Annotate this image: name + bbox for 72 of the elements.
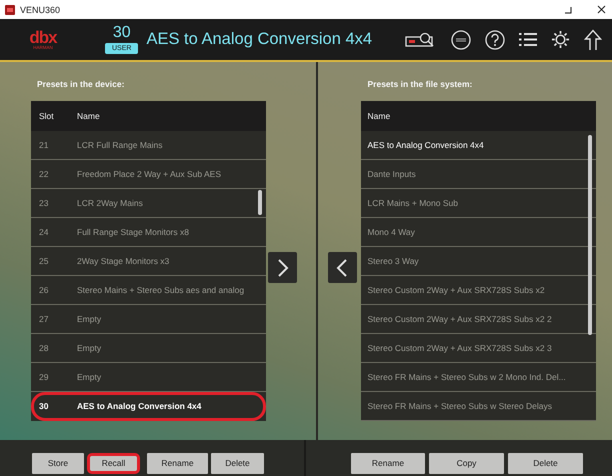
copy-to-device-button[interactable]: [328, 252, 356, 283]
home-icon[interactable]: [584, 28, 602, 50]
action-button[interactable]: Delete: [211, 452, 264, 474]
preset-name: Stereo Custom 2Way + Aux SRX728S Subs x2: [366, 285, 546, 295]
preset-name: Stereo FR Mains + Stereo Subs w Stereo Delays: [366, 401, 553, 411]
preset-name: Stereo 3 Way: [366, 256, 420, 266]
slot-number: 21: [38, 140, 50, 150]
slot-number: 23: [38, 198, 50, 208]
preset-row[interactable]: 29 Empty: [31, 363, 266, 392]
slot-number: 27: [38, 314, 50, 324]
panel-heading: Presets in the device:: [37, 79, 126, 89]
chevron-left-icon: [336, 258, 348, 276]
preset-name: Full Range Stage Monitors x8: [77, 227, 190, 237]
preset-row[interactable]: 21 LCR Full Range Mains: [31, 131, 266, 160]
preset-name: Mono 4 Way: [366, 227, 416, 237]
minimize-icon[interactable]: [564, 6, 572, 14]
preset-name: AES to Analog Conversion 4x4: [366, 140, 485, 150]
preset-row[interactable]: 27 Empty: [31, 305, 266, 334]
action-button[interactable]: Recall: [87, 452, 140, 474]
slot-number: 28: [38, 343, 50, 353]
preset-row[interactable]: Stereo FR Mains + Stereo Subs w Stereo Delays: [360, 392, 596, 421]
help-icon[interactable]: [485, 30, 505, 50]
slot-number: 22: [38, 169, 50, 179]
window-title: VENU360: [20, 4, 60, 14]
action-button[interactable]: Rename: [147, 452, 208, 474]
preset-name: AES to Analog Conversion 4x4: [77, 401, 202, 411]
action-button[interactable]: Delete: [508, 452, 583, 474]
preset-name: LCR Full Range Mains: [77, 140, 164, 150]
scrollbar[interactable]: [258, 190, 262, 215]
preset-title: AES to Analog Conversion 4x4: [146, 30, 372, 49]
slot-number: 25: [38, 256, 50, 266]
preset-name: Stereo Custom 2Way + Aux SRX728S Subs x2 2: [366, 314, 553, 324]
preset-name: Stereo Custom 2Way + Aux SRX728S Subs x2 3: [366, 343, 553, 353]
preset-name: Freedom Place 2 Way + Aux Sub AES: [77, 169, 222, 179]
preset-name: Stereo Mains + Stereo Subs aes and analog: [77, 285, 246, 295]
column-header: Name: [77, 111, 101, 121]
slot-number: 30: [38, 401, 50, 411]
chevron-right-icon: [276, 258, 288, 276]
preset-name: 2Way Stage Monitors x3: [77, 256, 170, 266]
preset-row[interactable]: 25 2Way Stage Monitors x3: [31, 247, 266, 276]
column-header: Name: [366, 111, 392, 121]
preset-row[interactable]: 22 Freedom Place 2 Way + Aux Sub AES: [31, 160, 266, 189]
preset-name: Empty: [77, 314, 102, 324]
preset-row[interactable]: 30 AES to Analog Conversion 4x4: [31, 392, 266, 421]
slot-number: 29: [38, 372, 50, 382]
brand-logo: dbx: [29, 28, 57, 46]
column-header: Slot: [38, 111, 55, 121]
slot-number: 24: [38, 227, 50, 237]
scrollbar[interactable]: [588, 135, 592, 335]
action-button[interactable]: Copy: [429, 452, 504, 474]
preset-name: LCR Mains + Mono Sub: [366, 198, 459, 208]
close-icon[interactable]: [597, 5, 606, 14]
preset-number: 30: [112, 25, 131, 41]
preset-name: Empty: [77, 343, 102, 353]
preset-row[interactable]: 26 Stereo Mains + Stereo Subs aes and analog: [31, 276, 266, 305]
preset-row[interactable]: 24 Full Range Stage Monitors x8: [31, 218, 266, 247]
preset-name: LCR 2Way Mains: [77, 198, 144, 208]
settings-icon[interactable]: [551, 30, 570, 49]
preset-row[interactable]: Stereo FR Mains + Stereo Subs w 2 Mono Ind. Del...: [360, 363, 596, 392]
action-button[interactable]: Rename: [351, 452, 425, 474]
preset-name: Dante Inputs: [366, 169, 417, 179]
wizard-icon[interactable]: [451, 30, 471, 50]
list-icon[interactable]: [519, 32, 537, 47]
preset-row[interactable]: 28 Empty: [31, 334, 266, 363]
slot-number: 26: [38, 285, 50, 295]
preset-name: Empty: [77, 372, 102, 382]
panel-heading: Presets in the file system:: [368, 79, 474, 89]
action-button[interactable]: Store: [32, 452, 84, 474]
copy-to-file-button[interactable]: [268, 252, 297, 283]
preset-row[interactable]: Stereo Custom 2Way + Aux SRX728S Subs x2 3: [360, 334, 596, 363]
app-icon: [5, 4, 15, 14]
preset-name: Stereo FR Mains + Stereo Subs w 2 Mono Ind. Del...: [366, 372, 567, 382]
